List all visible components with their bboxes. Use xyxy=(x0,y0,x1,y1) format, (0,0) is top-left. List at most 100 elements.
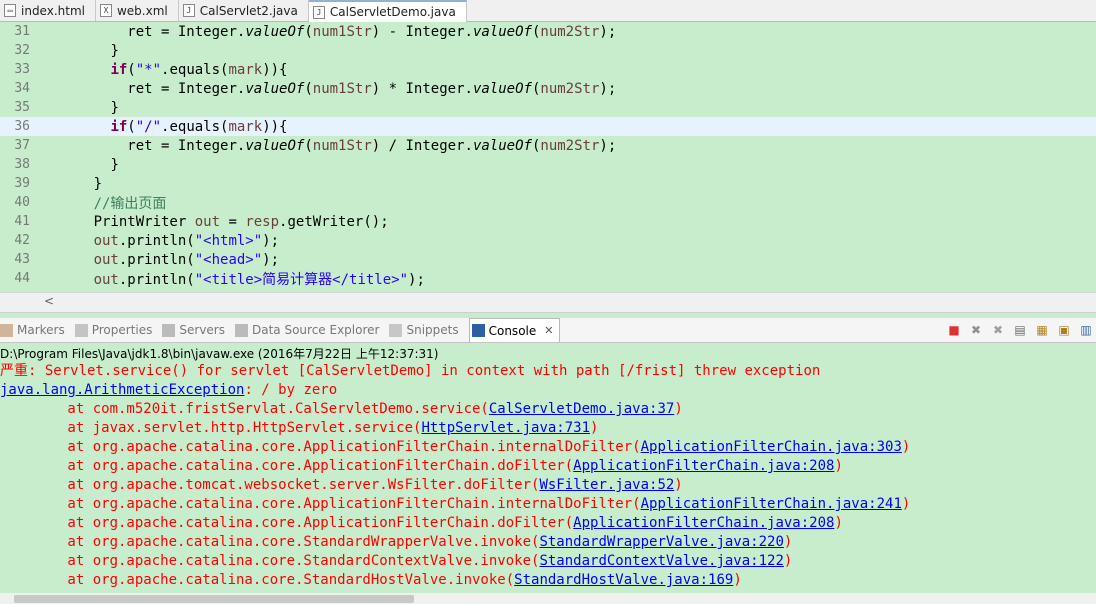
view-tab-data-source-explorer[interactable]: Data Source Explorer xyxy=(235,318,379,342)
view-tab-markers[interactable]: Markers xyxy=(0,318,65,342)
line-number: 37 xyxy=(14,138,30,153)
code-text: PrintWriter out = resp.getWriter(); xyxy=(94,214,389,230)
clear-console-icon[interactable]: ▤ xyxy=(1012,322,1028,338)
stack-trace-link[interactable]: java.lang.ArithmeticException xyxy=(0,382,244,398)
console-text: ) xyxy=(901,439,911,455)
stack-trace-link[interactable]: StandardHostValve.java:169 xyxy=(514,572,733,588)
code-token: num1Str xyxy=(312,137,372,154)
view-tab-console[interactable]: Console ✕ xyxy=(468,318,561,342)
line-number: 39 xyxy=(14,176,30,191)
code-text: } xyxy=(110,157,118,173)
stack-trace-link[interactable]: ApplicationFilterChain.java:241 xyxy=(641,496,902,512)
console-horizontal-scrollbar[interactable] xyxy=(0,593,1096,604)
console-line: java.lang.ArithmeticException: / by zero xyxy=(0,381,337,400)
code-token: ret = Integer. xyxy=(127,23,246,40)
code-token: = xyxy=(220,213,246,230)
line-number: 42 xyxy=(14,233,30,248)
code-token: out xyxy=(93,232,119,249)
code-token: )){ xyxy=(262,61,288,78)
code-token: ); xyxy=(408,271,425,288)
code-token: ( xyxy=(304,23,313,40)
code-token: ); xyxy=(599,80,617,97)
console-launch-description: D:\Program Files\Java\jdk1.8\bin\javaw.e… xyxy=(0,347,439,361)
line-number: 44 xyxy=(14,271,30,286)
code-text: //输出页面 xyxy=(94,193,167,213)
code-token: valueOf xyxy=(245,137,305,154)
remove-all-terminated-icon[interactable]: ✖ xyxy=(990,322,1006,338)
code-token: "/" xyxy=(135,118,162,135)
view-tab-properties[interactable]: Properties xyxy=(74,318,152,342)
editor-horizontal-scrollbar[interactable]: < xyxy=(0,292,1096,313)
view-tab-snippets[interactable]: Snippets xyxy=(389,318,459,342)
console-line: at org.apache.catalina.core.ApplicationF… xyxy=(0,514,842,533)
code-line: 35} xyxy=(0,98,1096,117)
code-token: } xyxy=(110,156,119,173)
code-token: mark xyxy=(228,118,263,135)
code-token: "<html>" xyxy=(194,232,263,249)
editor-tab-label: web.xml xyxy=(116,3,168,18)
code-token: //输出页面 xyxy=(93,195,167,212)
console-line: at com.m520it.fristServlat.CalServletDem… xyxy=(0,400,682,419)
stack-trace-link[interactable]: HttpServlet.java:731 xyxy=(421,420,590,436)
scrollbar-thumb[interactable] xyxy=(14,595,414,603)
terminate-icon[interactable]: ■ xyxy=(946,322,962,338)
console-text: ) xyxy=(834,458,843,474)
code-token: valueOf xyxy=(472,80,532,97)
console-line: at javax.servlet.http.HttpServlet.servic… xyxy=(0,419,598,438)
console-line: at org.apache.tomcat.websocket.server.Ws… xyxy=(0,476,683,495)
stack-trace-link[interactable]: StandardContextValve.java:122 xyxy=(539,553,783,569)
editor-tab-1[interactable]: ▭ index.html xyxy=(0,0,96,21)
editor-tab-2[interactable]: Xweb.xml xyxy=(96,0,179,21)
stack-trace-link[interactable]: ApplicationFilterChain.java:303 xyxy=(641,439,902,455)
code-line: 42 out.println("<html>"); xyxy=(0,231,1096,250)
display-selected-console-icon[interactable]: ▥ xyxy=(1078,322,1094,338)
code-line: 32} xyxy=(0,41,1096,60)
code-token: num1Str xyxy=(312,23,372,40)
line-number: 32 xyxy=(14,43,30,58)
code-line: 33 if("*".equals(mark)){ xyxy=(0,60,1096,79)
code-token: ( xyxy=(127,118,136,135)
code-token: .println( xyxy=(118,232,195,249)
scroll-lock-icon[interactable]: ▦ xyxy=(1034,322,1050,338)
console-line: at org.apache.catalina.core.ApplicationF… xyxy=(0,438,910,457)
line-number: 31 xyxy=(14,24,30,39)
code-token: ); xyxy=(599,23,617,40)
code-token: .getWriter(); xyxy=(279,213,389,230)
xml-file-icon: X xyxy=(99,4,112,17)
view-tab-bar: Markers Properties Servers Data Source Expl… xyxy=(0,318,1096,343)
stack-trace-link[interactable]: ApplicationFilterChain.java:208 xyxy=(573,458,834,474)
console-text: at org.apache.catalina.core.ApplicationF… xyxy=(0,515,574,531)
code-token: num2Str xyxy=(540,80,600,97)
console-output[interactable]: 严重: Servlet.service() for servlet [CalSe… xyxy=(0,362,1096,593)
console-text: ) xyxy=(674,477,683,493)
code-token: out xyxy=(194,213,221,230)
code-token: "<head>" xyxy=(194,251,263,268)
remove-launch-icon[interactable]: ✖ xyxy=(968,322,984,338)
code-token: ); xyxy=(262,232,280,249)
code-token: ( xyxy=(127,61,136,78)
view-tab-label: Console xyxy=(488,323,537,338)
code-editor[interactable]: 31 ret = Integer.valueOf(num1Str) - Integ… xyxy=(0,22,1096,292)
console-text: at org.apache.tomcat.websocket.server.Ws… xyxy=(0,477,540,493)
code-text: out.println("<title>简易计算器</title>"); xyxy=(94,269,425,289)
scroll-left-icon[interactable]: < xyxy=(44,294,54,308)
stack-trace-link[interactable]: ApplicationFilterChain.java:208 xyxy=(573,515,834,531)
code-token: ) * Integer. xyxy=(371,80,473,97)
data-source-icon xyxy=(235,323,248,337)
code-line: 31 ret = Integer.valueOf(num1Str) - Integ… xyxy=(0,22,1096,41)
code-text: out.println("<html>"); xyxy=(94,233,279,249)
console-text: at org.apache.catalina.core.ApplicationF… xyxy=(0,458,574,474)
stack-trace-link[interactable]: StandardWrapperValve.java:220 xyxy=(539,534,783,550)
stack-trace-link[interactable]: WsFilter.java:52 xyxy=(539,477,674,493)
code-token: } xyxy=(93,175,103,192)
stack-trace-link[interactable]: CalServletDemo.java:37 xyxy=(489,401,674,417)
pin-console-icon[interactable]: ▣ xyxy=(1056,322,1072,338)
editor-tab-4[interactable]: J CalServletDemo.java xyxy=(308,0,467,22)
view-tab-servers[interactable]: Servers xyxy=(162,318,225,342)
code-token: ( xyxy=(304,137,313,154)
console-text: at org.apache.catalina.core.StandardWrap… xyxy=(0,534,540,550)
console-text: ) xyxy=(733,572,742,588)
editor-tab-3[interactable]: J CalServlet2.java xyxy=(179,0,309,21)
close-icon[interactable]: ✕ xyxy=(544,324,553,337)
line-number: 36 xyxy=(14,119,30,134)
